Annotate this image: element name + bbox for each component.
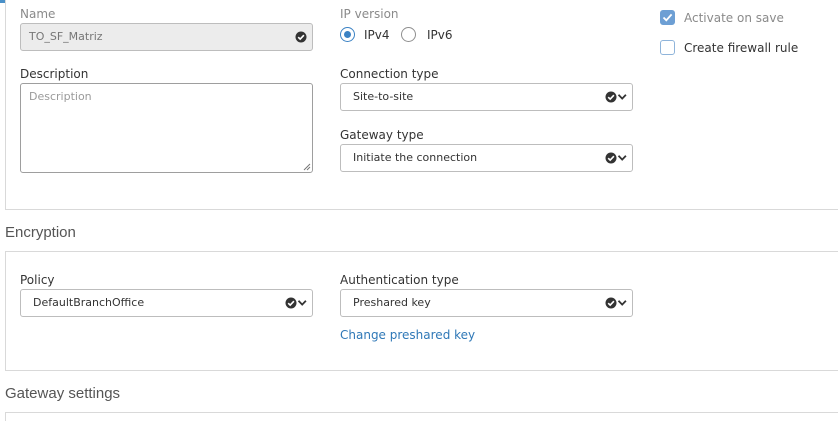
ip-version-label: IP version bbox=[340, 7, 399, 21]
valid-dropdown-icon bbox=[605, 91, 627, 103]
ipv4-radio[interactable] bbox=[340, 27, 355, 42]
valid-dropdown-icon bbox=[605, 152, 627, 164]
connection-type-select[interactable]: Site-to-site bbox=[340, 83, 633, 111]
name-label: Name bbox=[20, 7, 56, 21]
ipv6-label: IPv6 bbox=[427, 28, 453, 42]
ipv6-radio[interactable] bbox=[401, 27, 416, 42]
authentication-type-select[interactable]: Preshared key bbox=[340, 289, 633, 317]
ipv4-label: IPv4 bbox=[364, 28, 390, 42]
authentication-type-value: Preshared key bbox=[353, 296, 431, 309]
policy-value: DefaultBranchOffice bbox=[33, 296, 145, 309]
authentication-type-label: Authentication type bbox=[340, 273, 459, 287]
connection-type-value: Site-to-site bbox=[353, 90, 414, 103]
gateway-settings-panel bbox=[5, 412, 838, 421]
valid-dropdown-icon bbox=[285, 297, 307, 309]
validated-check-icon bbox=[295, 31, 307, 43]
valid-dropdown-icon bbox=[605, 297, 627, 309]
change-preshared-key-link[interactable]: Change preshared key bbox=[340, 328, 475, 342]
connection-type-label: Connection type bbox=[340, 67, 439, 81]
name-value: TO_SF_Matriz bbox=[29, 30, 103, 43]
create-firewall-rule-checkbox[interactable] bbox=[660, 40, 675, 55]
description-label: Description bbox=[20, 67, 89, 81]
gateway-type-label: Gateway type bbox=[340, 128, 424, 142]
gateway-type-select[interactable]: Initiate the connection bbox=[340, 144, 633, 172]
gateway-type-value: Initiate the connection bbox=[353, 151, 478, 164]
policy-label: Policy bbox=[20, 273, 55, 287]
description-placeholder: Description bbox=[29, 90, 92, 103]
name-field: TO_SF_Matriz bbox=[20, 23, 313, 51]
activate-on-save-label: Activate on save bbox=[684, 11, 784, 25]
create-firewall-rule-label: Create firewall rule bbox=[684, 41, 799, 55]
description-textarea[interactable]: Description bbox=[20, 83, 313, 173]
policy-select[interactable]: DefaultBranchOffice bbox=[20, 289, 313, 317]
activate-on-save-checkbox[interactable] bbox=[660, 10, 675, 25]
encryption-section-title: Encryption bbox=[5, 224, 76, 241]
gateway-settings-section-title: Gateway settings bbox=[5, 385, 121, 402]
resize-grip-icon[interactable] bbox=[303, 163, 311, 171]
checkmark-icon bbox=[662, 13, 673, 22]
